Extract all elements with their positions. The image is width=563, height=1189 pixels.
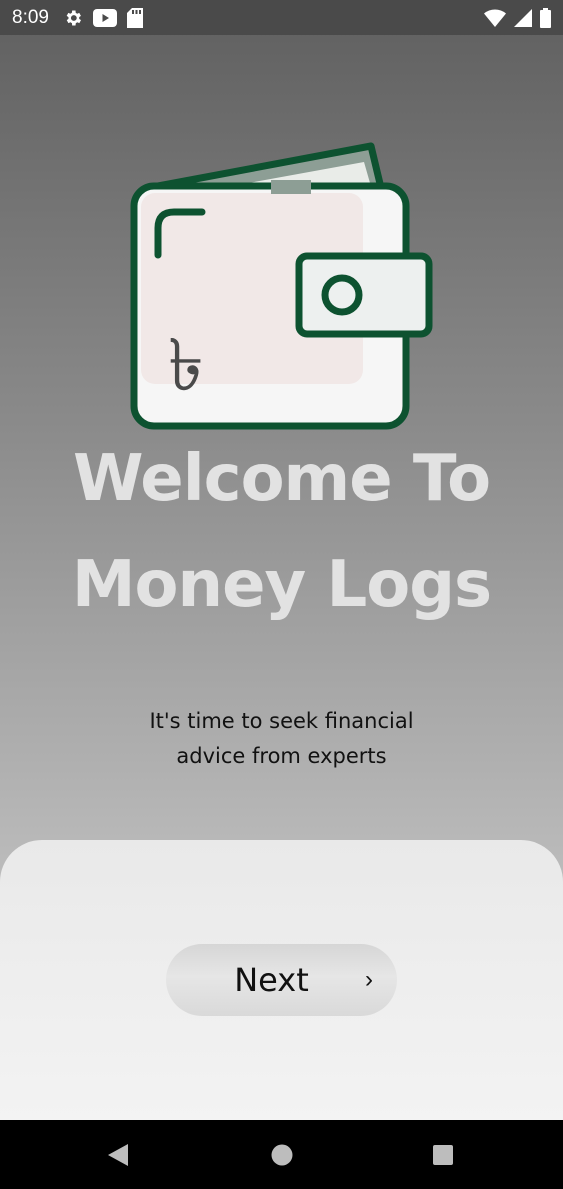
navigation-bar xyxy=(0,1120,563,1189)
welcome-title-line1: Welcome To xyxy=(72,442,491,516)
wifi-icon xyxy=(484,8,506,27)
gear-icon xyxy=(63,8,83,28)
subtitle-line2: advice from experts xyxy=(176,744,387,768)
status-right-group xyxy=(484,7,551,28)
next-button[interactable]: Next › xyxy=(166,944,397,1016)
wallet-icon: ৳ xyxy=(128,140,438,435)
status-bar: 8:09 xyxy=(0,0,563,35)
welcome-title-line2: Money Logs xyxy=(71,548,492,622)
chevron-right-icon: › xyxy=(365,966,373,993)
home-icon[interactable] xyxy=(252,1120,312,1189)
status-time: 8:09 xyxy=(12,6,49,28)
next-button-label: Next xyxy=(234,961,309,999)
subtitle-line1: It's time to seek financial xyxy=(149,709,414,733)
battery-icon xyxy=(540,7,551,28)
youtube-icon xyxy=(92,8,117,27)
currency-symbol: ৳ xyxy=(168,323,204,407)
recents-icon[interactable] xyxy=(413,1120,473,1189)
welcome-screen: 8:09 ৳ Welcome To Money Logs It's time t… xyxy=(0,0,563,1189)
signal-icon xyxy=(514,8,532,27)
back-icon[interactable] xyxy=(88,1120,148,1189)
sd-card-icon xyxy=(126,7,143,28)
